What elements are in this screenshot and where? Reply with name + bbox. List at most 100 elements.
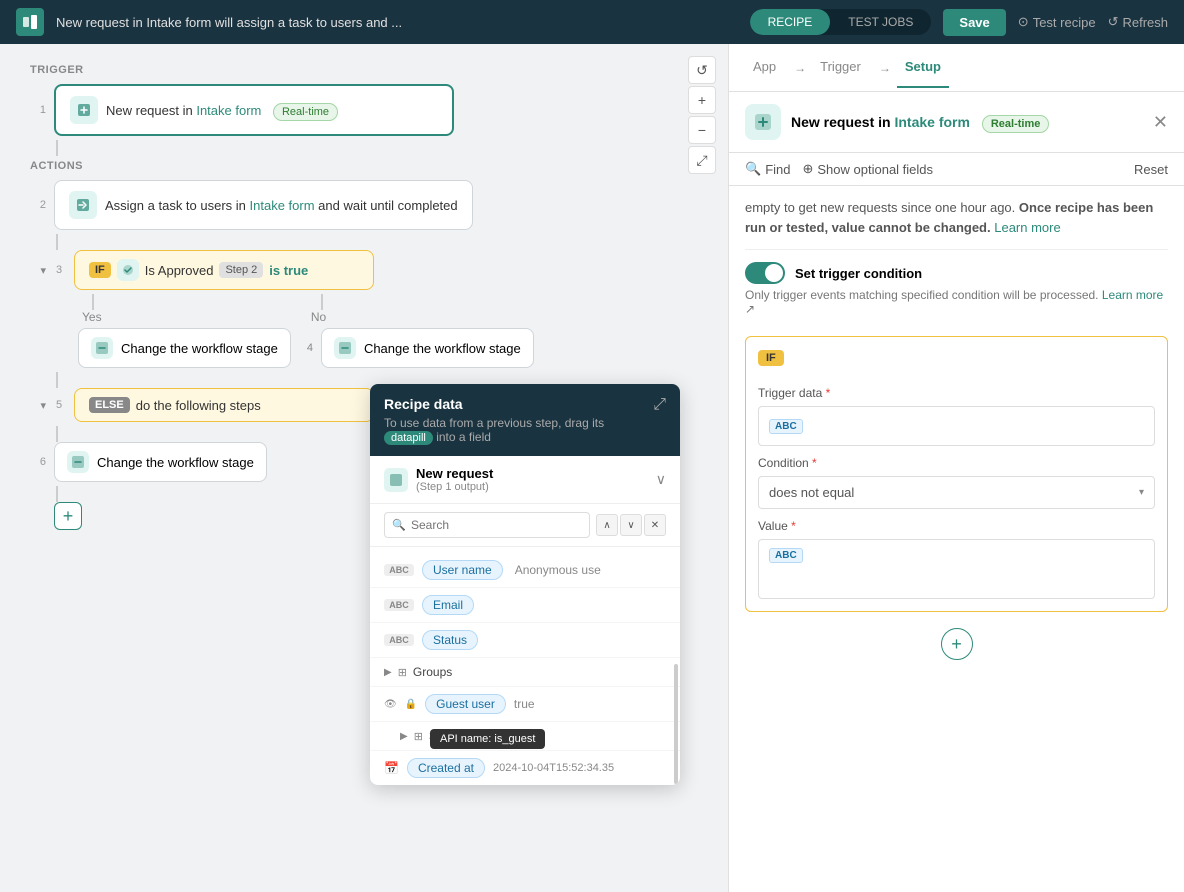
branches: Yes Change the workflow stage: [78, 294, 698, 368]
popup-scrollbar[interactable]: [674, 664, 678, 784]
connector-4-5: [56, 372, 58, 388]
popup-items-list: ABC User name Anonymous use ABC Email AB…: [370, 547, 680, 785]
if-section: IF Trigger data * ABC Condition * does n…: [745, 336, 1168, 612]
right-panel-tabs: App → Trigger → Setup: [729, 44, 1184, 92]
tab-recipe[interactable]: RECIPE: [750, 9, 831, 35]
step4-node[interactable]: Change the workflow stage: [78, 328, 291, 368]
learn-more-link[interactable]: Learn more: [994, 220, 1060, 235]
recipe-popup-description: To use data from a previous step, drag i…: [384, 416, 653, 444]
step4-collapse[interactable]: 4: [307, 342, 313, 354]
eye-icon: 👁: [384, 699, 397, 710]
toggle-learn-more-link[interactable]: Learn more: [1102, 288, 1163, 302]
search-nav-buttons: ∧ ∨ ✕: [596, 514, 666, 536]
chevron-down-icon: ▾: [1139, 487, 1144, 498]
calendar-icon: 📅: [384, 761, 399, 775]
step6-text: Change the workflow stage: [97, 455, 254, 470]
no-label: No: [311, 310, 326, 324]
toggle-description: Only trigger events matching specified c…: [745, 288, 1168, 324]
right-panel-close-button[interactable]: ✕: [1153, 112, 1168, 133]
condition-value: does not equal: [769, 485, 854, 500]
popup-item-username[interactable]: ABC User name Anonymous use: [370, 553, 680, 588]
right-panel: App → Trigger → Setup New request in Int…: [728, 44, 1184, 892]
search-next-button[interactable]: ∨: [620, 514, 642, 536]
search-prev-button[interactable]: ∧: [596, 514, 618, 536]
show-optional-button[interactable]: ⊕ Show optional fields: [802, 161, 933, 177]
condition-select[interactable]: does not equal ▾: [758, 476, 1155, 509]
refresh-button[interactable]: ↺ Refresh: [1108, 14, 1168, 30]
add-step-button[interactable]: +: [54, 502, 82, 530]
popup-item-created-at[interactable]: 📅 Created at 2024-10-04T15:52:34.35: [370, 751, 680, 785]
if-node-3[interactable]: IF Is Approved Step 2 is true: [74, 250, 374, 290]
save-button[interactable]: Save: [943, 9, 1005, 36]
tab-trigger[interactable]: Trigger: [812, 47, 869, 88]
section-collapse-icon: ∨: [656, 471, 666, 488]
arrow-sep-2: →: [879, 61, 891, 75]
new-request-section: New request (Step 1 output) ∨: [370, 456, 680, 504]
right-panel-toolbar: 🔍 Find ⊕ Show optional fields Reset: [729, 153, 1184, 186]
stage-grid-icon: ⊞: [414, 730, 423, 743]
value-input[interactable]: ABC: [758, 539, 1155, 599]
if-badge: IF: [89, 262, 111, 278]
step-collapse-3[interactable]: ▾: [30, 264, 46, 277]
step4-no-icon: [334, 337, 356, 359]
condition-text: Is Approved: [145, 263, 214, 278]
email-pill[interactable]: Email: [422, 595, 474, 615]
popup-item-status[interactable]: ABC Status: [370, 623, 680, 658]
toggle-row: Set trigger condition: [745, 250, 1168, 288]
value-label: Value *: [758, 519, 1155, 533]
step6-node[interactable]: Change the workflow stage: [54, 442, 267, 482]
status-pill[interactable]: Status: [422, 630, 478, 650]
arrow-sep-1: →: [794, 61, 806, 75]
connector-2-3: [56, 234, 58, 250]
tab-test-jobs[interactable]: TEST JOBS: [830, 9, 931, 35]
header-actions: Save ⊙ Test recipe ↺ Refresh: [943, 9, 1168, 36]
created-at-pill[interactable]: Created at: [407, 758, 485, 778]
tab-app[interactable]: App: [745, 47, 784, 88]
no-connector-top: [321, 294, 323, 310]
realtime-badge: Real-time: [273, 103, 338, 121]
username-type-badge: ABC: [384, 564, 414, 576]
tab-setup[interactable]: Setup: [897, 47, 949, 88]
app-logo: [16, 8, 44, 36]
trigger-node[interactable]: New request in Intake form Real-time: [54, 84, 454, 136]
guest-user-value: true: [514, 697, 535, 711]
trigger-condition-toggle[interactable]: [745, 262, 785, 284]
guest-user-pill[interactable]: Guest user: [425, 694, 506, 714]
step-number-3: 3: [52, 264, 66, 276]
lock-icon: 🔒: [405, 699, 417, 710]
status-type-badge: ABC: [384, 634, 414, 646]
trigger-label: TRIGGER: [30, 64, 698, 76]
step4-no-node[interactable]: Change the workflow stage: [321, 328, 534, 368]
username-pill[interactable]: User name: [422, 560, 503, 580]
search-clear-button[interactable]: ✕: [644, 514, 666, 536]
trigger-data-input[interactable]: ABC: [758, 406, 1155, 446]
new-request-section-header[interactable]: New request (Step 1 output) ∨: [370, 456, 680, 503]
popup-item-groups[interactable]: ▶ ⊞ Groups: [370, 658, 680, 687]
step4-text: Change the workflow stage: [121, 341, 278, 356]
action-node-2[interactable]: Assign a task to users in Intake form an…: [54, 180, 473, 230]
yes-branch: Yes Change the workflow stage: [78, 294, 291, 368]
search-input[interactable]: [384, 512, 590, 538]
recipe-popup-title: Recipe data: [384, 396, 653, 412]
toggle-knob: [765, 264, 783, 282]
email-type-badge: ABC: [384, 599, 414, 611]
popup-item-email[interactable]: ABC Email: [370, 588, 680, 623]
abc-badge-value: ABC: [769, 548, 803, 563]
groups-expand-icon: ▶: [384, 667, 392, 678]
toggle-label: Set trigger condition: [795, 266, 922, 281]
no-content: 4 Change the workflow stage: [307, 328, 534, 368]
test-recipe-button[interactable]: ⊙ Test recipe: [1018, 14, 1096, 30]
popup-item-guest-user[interactable]: 👁 🔒 Guest user true API name: is_guest: [370, 687, 680, 722]
add-condition-button[interactable]: +: [941, 628, 973, 660]
section-title-block: New request (Step 1 output): [416, 466, 493, 493]
popup-expand-button[interactable]: ⤢: [653, 396, 666, 414]
else-node-5[interactable]: ELSE do the following steps: [74, 388, 374, 422]
groups-label: Groups: [413, 665, 452, 679]
action-node-2-icon: [69, 191, 97, 219]
step-number-1: 1: [30, 104, 46, 116]
reset-button[interactable]: Reset: [1134, 162, 1168, 177]
step-collapse-5[interactable]: ▾: [30, 399, 46, 412]
find-button[interactable]: 🔍 Find: [745, 161, 790, 177]
yes-connector-top: [92, 294, 94, 310]
created-at-value: 2024-10-04T15:52:34.35: [493, 762, 614, 774]
